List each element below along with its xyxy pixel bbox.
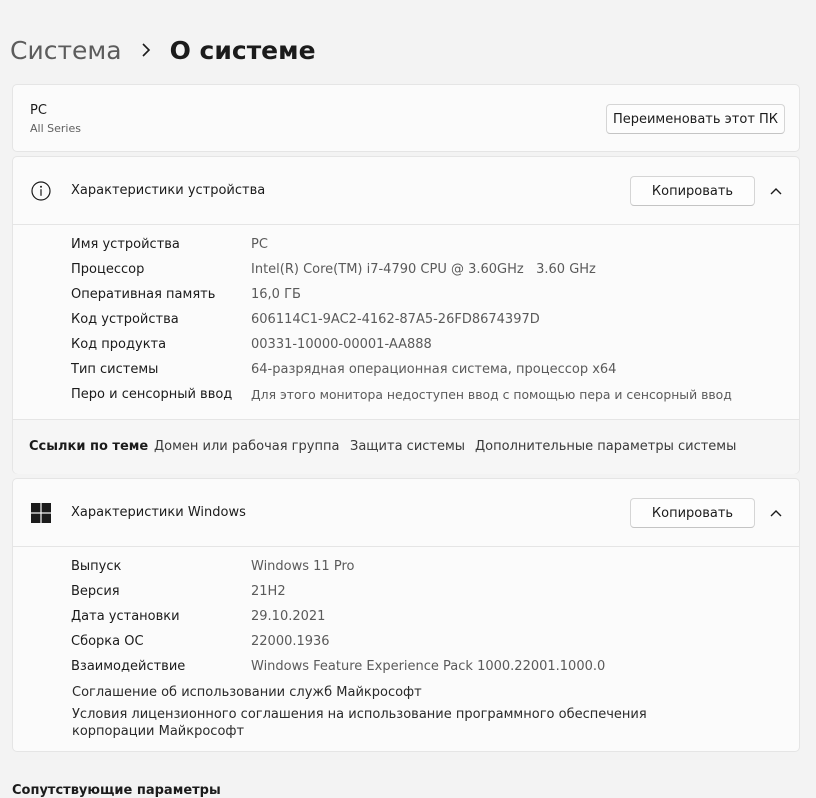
spec-row-product-id: Код продукта 00331-10000-00001-AA888 — [71, 334, 791, 359]
breadcrumb-parent-system[interactable]: Система — [10, 36, 122, 65]
spec-row-install-date: Дата установки 29.10.2021 — [71, 606, 791, 631]
spec-label: Тип системы — [71, 362, 159, 377]
related-links-title: Ссылки по теме — [29, 439, 149, 454]
info-icon — [30, 180, 52, 202]
chevron-right-icon — [136, 40, 156, 60]
windows-specs-title: Характеристики Windows — [71, 505, 246, 520]
spec-label: Код продукта — [71, 337, 167, 352]
windows-specs-section: Характеристики Windows Копировать Выпуск… — [12, 478, 800, 752]
microsoft-license-terms-link[interactable]: Условия лицензионного соглашения на испо… — [72, 706, 732, 740]
spec-row-pen-touch: Перо и сенсорный ввод Для этого монитора… — [71, 384, 791, 409]
spec-value: 29.10.2021 — [251, 609, 326, 624]
spec-value: 00331-10000-00001-AA888 — [251, 337, 432, 352]
device-specs-list: Имя устройства PC Процессор Intel(R) Cor… — [71, 234, 791, 409]
spec-value: 21H2 — [251, 584, 286, 599]
spec-label: Выпуск — [71, 559, 122, 574]
related-links-bar: Ссылки по теме Домен или рабочая группа … — [13, 419, 799, 474]
spec-row-os-build: Сборка ОС 22000.1936 — [71, 631, 791, 656]
page-title: О системе — [169, 35, 316, 65]
pc-name-card: PC All Series Переименовать этот ПК — [12, 84, 800, 152]
spec-label: Процессор — [71, 262, 145, 277]
chevron-up-icon[interactable] — [767, 183, 785, 199]
spec-value: Intel(R) Core(TM) i7-4790 CPU @ 3.60GHz … — [251, 262, 596, 277]
spec-label: Версия — [71, 584, 120, 599]
spec-value: 22000.1936 — [251, 634, 330, 649]
spec-value: Windows Feature Experience Pack 1000.220… — [251, 659, 606, 674]
spec-value: 606114C1-9AC2-4162-87A5-26FD8674397D — [251, 312, 540, 327]
spec-row-device-id: Код устройства 606114C1-9AC2-4162-87A5-2… — [71, 309, 791, 334]
device-specs-section: Характеристики устройства Копировать Имя… — [12, 156, 800, 474]
spec-row-version: Версия 21H2 — [71, 581, 791, 606]
spec-label: Имя устройства — [71, 237, 180, 252]
spec-row-experience: Взаимодействие Windows Feature Experienc… — [71, 656, 791, 681]
rename-pc-button[interactable]: Переименовать этот ПК — [606, 104, 785, 134]
pc-model: All Series — [30, 122, 81, 135]
windows-logo-icon — [30, 502, 52, 524]
spec-label: Взаимодействие — [71, 659, 186, 674]
breadcrumb: Система О системе — [10, 30, 316, 70]
chevron-up-icon[interactable] — [767, 505, 785, 521]
device-specs-header[interactable]: Характеристики устройства Копировать — [13, 157, 799, 225]
system-protection-link[interactable]: Защита системы — [350, 439, 465, 454]
device-specs-title: Характеристики устройства — [71, 183, 266, 198]
spec-label: Код устройства — [71, 312, 179, 327]
spec-row-ram: Оперативная память 16,0 ГБ — [71, 284, 791, 309]
spec-value: Windows 11 Pro — [251, 559, 355, 574]
pc-name: PC — [30, 103, 47, 118]
spec-row-device-name: Имя устройства PC — [71, 234, 791, 259]
windows-specs-list: Выпуск Windows 11 Pro Версия 21H2 Дата у… — [71, 556, 791, 681]
spec-value: PC — [251, 237, 268, 252]
spec-label: Сборка ОС — [71, 634, 144, 649]
advanced-system-settings-link[interactable]: Дополнительные параметры системы — [475, 439, 736, 454]
spec-label: Дата установки — [71, 609, 180, 624]
spec-value: 64-разрядная операционная система, проце… — [251, 362, 617, 377]
copy-windows-specs-button[interactable]: Копировать — [630, 498, 755, 528]
spec-value: 16,0 ГБ — [251, 287, 301, 302]
microsoft-services-agreement-link[interactable]: Соглашение об использовании служб Майкро… — [72, 684, 422, 701]
copy-device-specs-button[interactable]: Копировать — [630, 176, 755, 206]
spec-row-system-type: Тип системы 64-разрядная операционная си… — [71, 359, 791, 384]
spec-row-edition: Выпуск Windows 11 Pro — [71, 556, 791, 581]
spec-row-processor: Процессор Intel(R) Core(TM) i7-4790 CPU … — [71, 259, 791, 284]
domain-workgroup-link[interactable]: Домен или рабочая группа — [154, 439, 339, 454]
spec-value: Для этого монитора недоступен ввод с пом… — [251, 387, 732, 402]
spec-label: Оперативная память — [71, 287, 216, 302]
windows-specs-header[interactable]: Характеристики Windows Копировать — [13, 479, 799, 547]
spec-label: Перо и сенсорный ввод — [71, 387, 233, 402]
related-settings-heading: Сопутствующие параметры — [12, 783, 221, 798]
